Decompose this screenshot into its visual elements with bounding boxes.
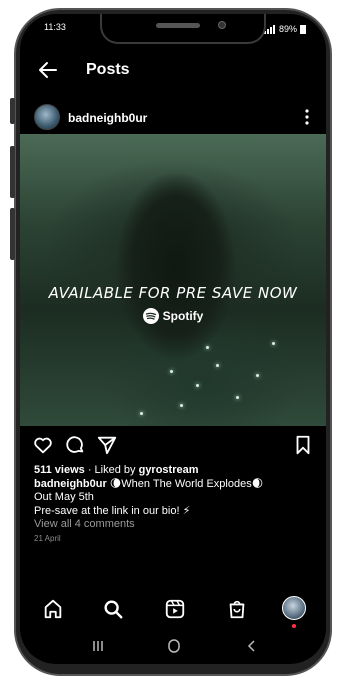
caption-line-2: Out May 5th (34, 491, 94, 503)
status-right: 89% (263, 22, 306, 36)
page-title: Posts (86, 61, 130, 78)
post-actions (20, 432, 326, 460)
notch (100, 14, 266, 44)
sparkle (216, 364, 219, 367)
reels-icon[interactable] (164, 598, 186, 620)
spotify-label: Spotify (162, 309, 204, 323)
send-icon[interactable] (96, 434, 118, 456)
notification-dot (292, 624, 296, 628)
header: Posts (20, 54, 326, 90)
front-camera (218, 21, 226, 29)
sparkle (272, 342, 275, 345)
spotify-logo: Spotify (20, 308, 326, 324)
views-count[interactable]: 511 views (34, 464, 85, 476)
shop-icon[interactable] (226, 598, 248, 620)
liked-by-user[interactable]: gyrostream (139, 464, 199, 476)
sparkle (256, 374, 259, 377)
caption-line-3: Pre-save at the link in our bio! ⚡ (34, 504, 191, 517)
recent-apps-icon[interactable] (90, 638, 106, 654)
avatar[interactable] (34, 104, 60, 130)
moon-emoji-icon: 🌒 (251, 477, 264, 490)
volume-button (10, 146, 15, 198)
home-icon[interactable] (42, 598, 64, 620)
post-meta: 511 views · Liked by gyrostream badneigh… (34, 464, 316, 545)
search-icon[interactable] (102, 598, 124, 620)
post-author-row: badneighb0ur (20, 100, 326, 134)
caption-text: When The World Explodes (121, 477, 252, 490)
caption-line: badneighb0ur 🌘When The World Explodes🌒 (34, 478, 316, 492)
side-button (10, 98, 15, 124)
more-vertical-icon[interactable] (300, 107, 314, 127)
caption-username[interactable]: badneighb0ur (34, 478, 107, 490)
spotify-icon (142, 308, 159, 324)
view-comments-link[interactable]: View all 4 comments (34, 518, 316, 532)
likes-line: 511 views · Liked by gyrostream (34, 464, 316, 478)
bottom-nav (20, 592, 326, 628)
moon-emoji-icon: 🌘 (109, 477, 122, 490)
profile-avatar[interactable] (282, 596, 306, 620)
heart-icon[interactable] (32, 434, 54, 456)
battery-icon (300, 24, 306, 34)
speaker (156, 23, 200, 28)
sparkle (140, 412, 143, 415)
bookmark-icon[interactable] (292, 434, 314, 456)
liked-by-prefix: · Liked by (84, 464, 139, 476)
sparkle (180, 404, 183, 407)
battery-percent: 89% (278, 24, 297, 34)
arrow-left-icon[interactable] (36, 58, 60, 82)
home-circle-icon[interactable] (166, 638, 182, 654)
post-date: 21 April (34, 533, 61, 543)
volume-button (10, 208, 15, 260)
sparkle (236, 396, 239, 399)
post-username[interactable]: badneighb0ur (68, 111, 147, 125)
system-nav-bar (20, 634, 326, 658)
back-chevron-icon[interactable] (244, 638, 260, 654)
comment-icon[interactable] (64, 434, 86, 456)
sparkle (206, 346, 209, 349)
promo-text: Available For Pre Save Now (48, 284, 298, 302)
sparkle (196, 384, 199, 387)
sparkle (170, 370, 173, 373)
phone-screen: 11:33 89% Posts badneighb0ur Available F… (20, 14, 326, 664)
post-image[interactable]: Available For Pre Save Now Spotify (20, 134, 326, 426)
status-time: 11:33 (44, 22, 66, 32)
